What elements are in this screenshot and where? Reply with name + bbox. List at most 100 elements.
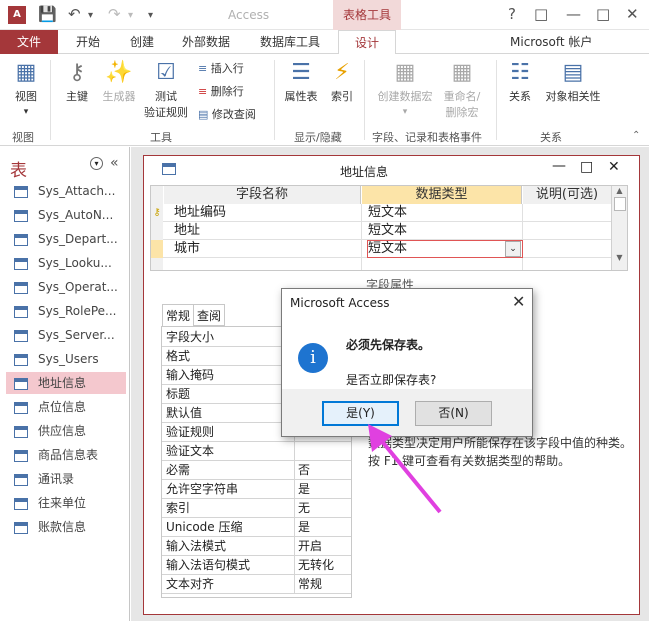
nav-item[interactable]: 通讯录: [6, 468, 126, 490]
nav-item[interactable]: Sys_Operat...: [6, 276, 126, 298]
row-selector[interactable]: [151, 240, 163, 258]
scroll-thumb[interactable]: [613, 197, 626, 211]
dialog-close-icon[interactable]: ✕: [512, 292, 525, 311]
property-sheet-button[interactable]: ☰ 属性表: [280, 60, 322, 104]
tab-general[interactable]: 常规: [162, 304, 195, 326]
nav-item-label: Sys_Attach...: [38, 184, 116, 198]
insert-row-button[interactable]: ≡ 插入行: [198, 60, 244, 76]
field-name-cell[interactable]: 城市: [174, 240, 360, 258]
nav-item[interactable]: 账款信息: [6, 516, 126, 538]
property-value[interactable]: 是: [298, 480, 310, 499]
scroll-up-icon[interactable]: ▲: [612, 186, 627, 195]
property-divider: [294, 575, 295, 594]
grid-corner: [151, 186, 163, 204]
property-row[interactable]: Unicode 压缩 是: [162, 518, 351, 537]
field-name-cell[interactable]: 地址编码: [174, 204, 360, 222]
customize-toolbar-icon[interactable]: ▾: [148, 10, 153, 21]
tab-design[interactable]: 设计: [338, 30, 396, 55]
scroll-down-icon[interactable]: ▼: [612, 253, 627, 262]
field-name-cell[interactable]: 地址: [174, 222, 360, 240]
header-description[interactable]: 说明(可选): [523, 186, 611, 204]
delete-row-icon: ≡: [198, 85, 208, 98]
property-value[interactable]: 是: [298, 518, 310, 537]
nav-item[interactable]: 点位信息: [6, 396, 126, 418]
property-divider: [294, 537, 295, 556]
nav-item[interactable]: 地址信息: [6, 372, 126, 394]
property-row[interactable]: 必需 否: [162, 461, 351, 480]
doc-maximize-icon[interactable]: □: [580, 159, 593, 175]
property-value[interactable]: 无转化: [298, 556, 334, 575]
redo-icon[interactable]: ↷: [108, 5, 121, 23]
nav-item[interactable]: 商品信息表: [6, 444, 126, 466]
property-row[interactable]: 输入法语句模式 无转化: [162, 556, 351, 575]
create-data-macro-button[interactable]: ▦ 创建数据宏 ▾: [372, 60, 438, 117]
save-icon[interactable]: 💾: [38, 5, 57, 23]
object-dependencies-button[interactable]: ▤ 对象相关性: [540, 60, 606, 104]
minimize-icon[interactable]: —: [566, 5, 581, 23]
property-row[interactable]: 允许空字符串 是: [162, 480, 351, 499]
property-value[interactable]: 常规: [298, 575, 322, 594]
property-row[interactable]: 验证文本: [162, 442, 351, 461]
primary-key-button[interactable]: ⚷ 主键: [60, 60, 94, 104]
delete-row-button[interactable]: ≡ 删除行: [198, 83, 244, 99]
nav-item[interactable]: Sys_AutoN...: [6, 204, 126, 226]
tab-lookup[interactable]: 查阅: [193, 304, 226, 326]
nav-item[interactable]: Sys_Looku...: [6, 252, 126, 274]
property-value[interactable]: 否: [298, 461, 310, 480]
undo-icon[interactable]: ↶: [68, 5, 81, 23]
data-type-dropdown-icon[interactable]: ⌄: [505, 241, 521, 257]
data-type-cell[interactable]: 短文本: [368, 222, 498, 240]
property-row[interactable]: 索引 无: [162, 499, 351, 518]
indexes-button[interactable]: ⚡ 索引: [326, 60, 358, 104]
nav-collapse-icon[interactable]: «: [110, 155, 119, 171]
property-value[interactable]: 无: [298, 499, 310, 518]
data-type-select-highlight[interactable]: [367, 240, 523, 258]
undo-dropdown-icon[interactable]: ▾: [88, 10, 93, 21]
nav-item[interactable]: Sys_Depart...: [6, 228, 126, 250]
doc-close-icon[interactable]: ✕: [608, 159, 620, 175]
tab-create[interactable]: 创建: [130, 30, 154, 54]
nav-item-label: 商品信息表: [38, 448, 99, 462]
rename-delete-macro-button[interactable]: ▦ 重命名/ 删除宏: [440, 60, 484, 120]
property-name: 输入法模式: [166, 539, 227, 553]
modify-lookup-icon: ▤: [198, 108, 209, 121]
collapse-ribbon-icon[interactable]: ⌃: [632, 130, 640, 141]
doc-title-bar: 地址信息 — □ ✕: [144, 156, 639, 184]
property-value[interactable]: 开启: [298, 537, 322, 556]
row-selector[interactable]: [151, 222, 163, 240]
nav-filter-dropdown-icon[interactable]: ▾: [90, 157, 103, 170]
group-tools-label: 工具: [150, 131, 172, 144]
table-icon: [14, 281, 28, 294]
modify-lookup-button[interactable]: ▤ 修改查阅: [198, 106, 256, 122]
redo-dropdown-icon[interactable]: ▾: [128, 10, 133, 21]
tab-external-data[interactable]: 外部数据: [182, 30, 230, 54]
nav-item[interactable]: Sys_Server...: [6, 324, 126, 346]
close-icon[interactable]: ✕: [626, 5, 639, 23]
doc-minimize-icon[interactable]: —: [552, 158, 566, 174]
help-icon[interactable]: ?: [508, 5, 516, 23]
property-row[interactable]: 文本对齐 常规: [162, 575, 351, 594]
nav-item[interactable]: 供应信息: [6, 420, 126, 442]
account-menu[interactable]: Microsoft 帐户: [510, 30, 592, 54]
nav-item[interactable]: Sys_Users: [6, 348, 126, 370]
test-validation-rules-button[interactable]: ☑ 测试 验证规则: [140, 60, 192, 120]
property-row[interactable]: 输入法模式 开启: [162, 537, 351, 556]
grid-scrollbar[interactable]: ▲ ▼: [611, 186, 627, 270]
header-field-name[interactable]: 字段名称: [164, 186, 361, 204]
nav-item[interactable]: Sys_RolePe...: [6, 300, 126, 322]
view-button[interactable]: ▦ 视图 ▾: [8, 60, 44, 117]
maximize-icon[interactable]: □: [596, 5, 610, 23]
tab-file[interactable]: 文件: [0, 30, 58, 54]
tab-home[interactable]: 开始: [76, 30, 100, 54]
relationships-button[interactable]: ☷ 关系: [502, 60, 538, 104]
primary-key-icon[interactable]: ⚷: [151, 204, 163, 222]
header-data-type[interactable]: 数据类型: [362, 186, 522, 204]
data-type-cell[interactable]: 短文本: [368, 204, 498, 222]
tab-database-tools[interactable]: 数据库工具: [260, 30, 320, 54]
ribbon-display-icon[interactable]: □: [534, 5, 548, 23]
builder-label: 生成器: [102, 90, 136, 103]
new-row-selector[interactable]: [151, 258, 163, 270]
builder-button[interactable]: ✨ 生成器: [98, 60, 140, 104]
nav-item[interactable]: 往来单位: [6, 492, 126, 514]
nav-item[interactable]: Sys_Attach...: [6, 180, 126, 202]
